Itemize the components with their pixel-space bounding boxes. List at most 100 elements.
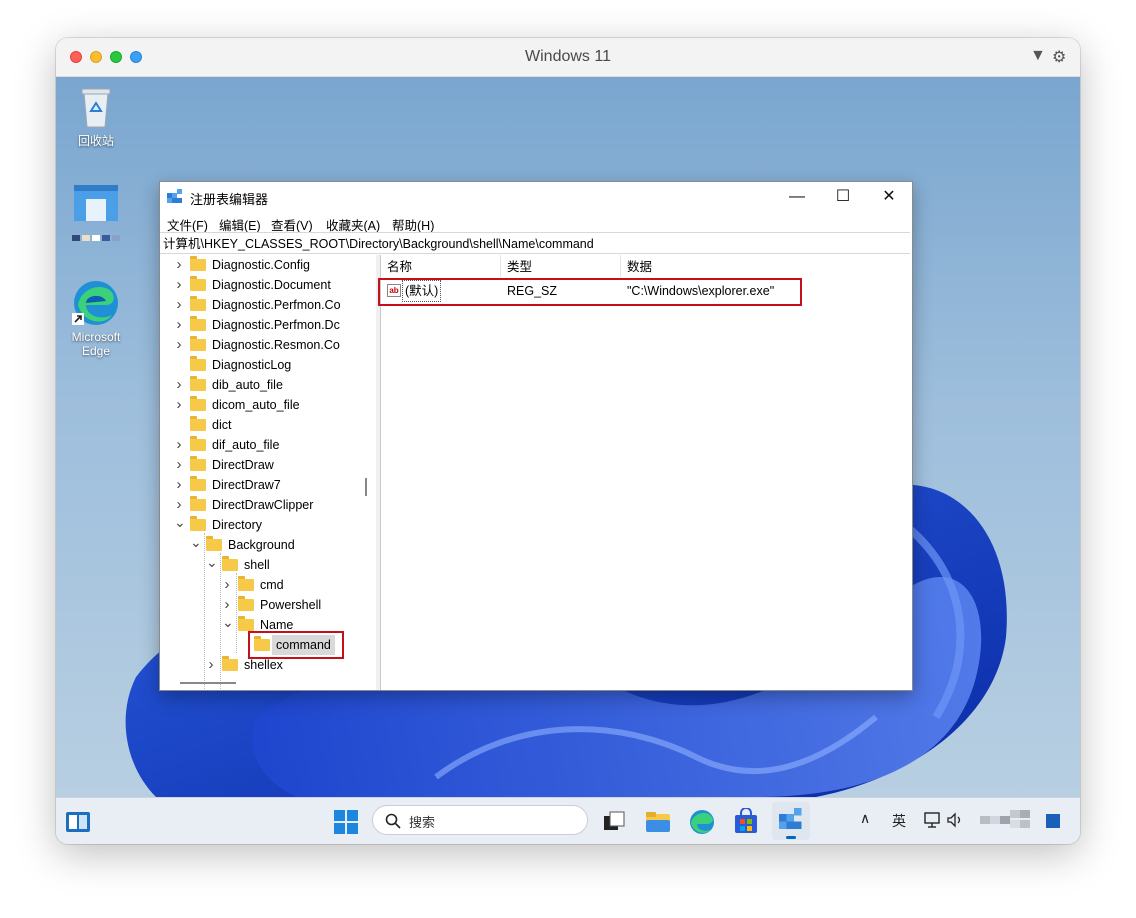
chevron-right-icon[interactable]: › [174, 395, 184, 415]
tree-item-label: Diagnostic.Document [212, 278, 331, 292]
folder-icon [190, 356, 206, 371]
minimize-button[interactable]: — [774, 182, 820, 212]
chevron-down-icon[interactable]: ⌄ [206, 555, 218, 575]
tree-guide-line [204, 533, 205, 690]
chevron-up-icon[interactable]: ∧ [860, 810, 870, 827]
recycle-bin-shortcut[interactable]: 回收站 [56, 85, 136, 149]
tree-item-label: Directory [212, 518, 263, 532]
folder-icon [190, 436, 206, 451]
close-button[interactable]: ✕ [866, 182, 912, 212]
folder-icon [190, 496, 206, 511]
tree-item[interactable]: › Diagnostic.Document [160, 275, 376, 295]
clock-pixelated[interactable] [980, 806, 1036, 836]
ime-indicator[interactable]: 英 [892, 811, 906, 831]
chevron-down-icon[interactable]: ⌄ [174, 515, 186, 535]
registry-editor-window: 注册表编辑器 — ☐ ✕ 文件(F) 编辑(E) 查看(V) 收藏夹(A) 帮助… [159, 181, 913, 691]
tree-item[interactable]: ⌄ Directory [160, 515, 376, 535]
store-icon[interactable] [732, 808, 760, 836]
column-type[interactable]: 类型 [501, 255, 621, 277]
tree-item[interactable]: › DirectDraw7 [160, 475, 376, 495]
task-view-icon[interactable] [600, 808, 628, 836]
chevron-right-icon[interactable]: › [174, 495, 184, 515]
regedit-app-icon [167, 189, 182, 203]
tree-item-label: Diagnostic.Perfmon.Dc [212, 318, 340, 332]
chevron-right-icon[interactable]: › [174, 255, 184, 275]
chevron-right-icon[interactable]: › [174, 315, 184, 335]
dropdown-icon[interactable]: ▼ [1030, 47, 1046, 65]
tree-item-label: cmd [260, 578, 284, 592]
widgets-icon[interactable] [64, 808, 92, 836]
tree-hscrollbar[interactable] [180, 682, 236, 684]
folder-icon [206, 536, 222, 551]
tree-item[interactable]: › shellex [160, 655, 376, 675]
chevron-right-icon[interactable]: › [174, 295, 184, 315]
address-bar[interactable]: 计算机\HKEY_CLASSES_ROOT\Directory\Backgrou… [160, 232, 910, 254]
key-tree: › Diagnostic.Config › Diagnostic.Document › D… [160, 255, 377, 690]
gear-icon[interactable]: ⚙ [1052, 47, 1066, 67]
folder-icon [190, 476, 206, 491]
folder-icon [190, 296, 206, 311]
tree-item-label: DirectDraw7 [212, 478, 281, 492]
file-explorer-icon[interactable] [644, 808, 672, 836]
tree-item[interactable]: › Diagnostic.Perfmon.Co [160, 295, 376, 315]
tree-guide-line [220, 553, 221, 690]
chevron-down-icon[interactable]: ⌄ [222, 615, 234, 635]
notification-icon[interactable] [1046, 814, 1060, 828]
chevron-right-icon[interactable]: › [222, 575, 232, 595]
chevron-right-icon[interactable]: › [174, 275, 184, 295]
tree-item[interactable]: › dicom_auto_file [160, 395, 376, 415]
active-app-slot[interactable] [772, 802, 810, 840]
tree-item[interactable]: › dib_auto_file [160, 375, 376, 395]
tree-item[interactable]: › Diagnostic.Resmon.Co [160, 335, 376, 355]
edge-shortcut[interactable]: Microsoft Edge [56, 279, 136, 358]
volume-icon[interactable] [946, 811, 964, 829]
search-placeholder: 搜索 [409, 815, 436, 830]
tree-item[interactable]: › Powershell [160, 595, 376, 615]
active-indicator [786, 836, 796, 839]
start-icon[interactable] [332, 808, 360, 836]
edge-taskbar-icon[interactable] [688, 808, 716, 836]
tree-item[interactable]: › Diagnostic.Config [160, 255, 376, 275]
recycle-bin-icon [81, 88, 111, 128]
tree-item-label: dib_auto_file [212, 378, 283, 392]
tree-scrollbar[interactable] [365, 478, 367, 496]
column-data[interactable]: 数据 [621, 255, 911, 277]
chevron-right-icon[interactable]: › [174, 475, 184, 495]
chevron-right-icon[interactable]: › [174, 375, 184, 395]
value-highlight-box [378, 278, 802, 306]
chevron-right-icon[interactable]: › [206, 655, 216, 675]
folder-icon [190, 336, 206, 351]
tree-item[interactable]: › dif_auto_file [160, 435, 376, 455]
pixelated-shortcut[interactable] [56, 185, 136, 252]
regedit-taskbar-icon [779, 808, 802, 829]
tree-item-label: dict [212, 418, 232, 432]
tree-item[interactable]: › Diagnostic.Perfmon.Dc [160, 315, 376, 335]
regedit-titlebar[interactable]: 注册表编辑器 — ☐ ✕ [160, 182, 912, 212]
vm-title: Windows 11 [525, 48, 611, 65]
chevron-down-icon[interactable]: ⌄ [190, 535, 202, 555]
chevron-right-icon[interactable]: › [174, 335, 184, 355]
blurred-app-icon [72, 185, 120, 241]
tree-item[interactable]: › DirectDrawClipper [160, 495, 376, 515]
chevron-right-icon[interactable]: › [174, 435, 184, 455]
tree-item[interactable]: DiagnosticLog [160, 355, 376, 375]
vm-titlebar: Windows 11 ▼ ⚙ [56, 38, 1080, 77]
tree-item[interactable]: ⌄ Background [160, 535, 376, 555]
taskbar-search[interactable]: 搜索 [372, 805, 588, 835]
tree-guide-line [236, 573, 237, 653]
edge-icon [72, 281, 118, 325]
maximize-button[interactable]: ☐ [820, 182, 866, 212]
tree-item[interactable]: dict [160, 415, 376, 435]
tree-item[interactable]: › DirectDraw [160, 455, 376, 475]
tree-item-label: Diagnostic.Perfmon.Co [212, 298, 341, 312]
folder-icon [190, 256, 206, 271]
tree-item-label: Diagnostic.Config [212, 258, 310, 272]
folder-icon [238, 616, 254, 631]
tree-item[interactable]: › cmd [160, 575, 376, 595]
tree-item[interactable]: ⌄ shell [160, 555, 376, 575]
tree-item-label: Background [228, 538, 295, 552]
chevron-right-icon[interactable]: › [174, 455, 184, 475]
network-icon[interactable] [924, 811, 942, 829]
chevron-right-icon[interactable]: › [222, 595, 232, 615]
column-name[interactable]: 名称 [381, 255, 501, 277]
